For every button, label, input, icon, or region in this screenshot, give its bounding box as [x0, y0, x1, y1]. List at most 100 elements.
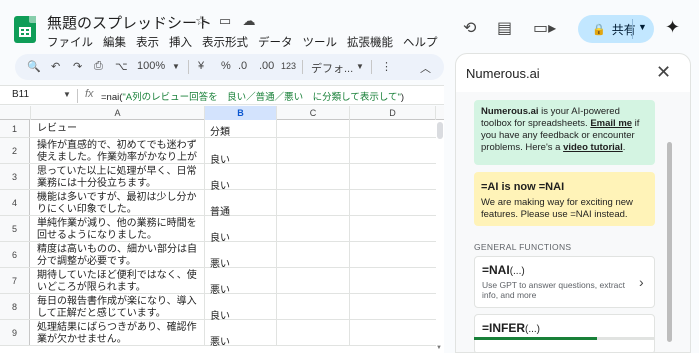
scrollbar-thumb[interactable] — [437, 122, 443, 139]
more-options-icon[interactable]: ⋮ — [381, 60, 392, 73]
cell-c5[interactable] — [277, 216, 350, 241]
cell-b3[interactable]: 良い — [205, 164, 277, 192]
row-header[interactable]: 5 — [0, 216, 30, 241]
column-header-a[interactable]: A — [31, 106, 205, 120]
cell-b2[interactable]: 良い — [205, 138, 277, 166]
cell-d8[interactable] — [350, 294, 436, 319]
cell-b5[interactable]: 良い — [205, 216, 277, 244]
cell-c8[interactable] — [277, 294, 350, 319]
function-card-infer[interactable]: =INFER(...) — [474, 314, 655, 352]
currency-format-button[interactable]: ¥ — [198, 60, 204, 72]
row-header[interactable]: 4 — [0, 190, 30, 215]
cell-b9[interactable]: 悪い — [205, 320, 277, 348]
column-header-c[interactable]: C — [277, 106, 350, 120]
sheet-grid[interactable]: A B C D 1 レビュー 分類 2 操作が直感的で、初めてでも迷わず使えまし… — [0, 106, 444, 353]
cell-d7[interactable] — [350, 268, 436, 293]
increase-decimal-button[interactable]: .00 — [259, 60, 274, 72]
row-header[interactable]: 8 — [0, 294, 30, 319]
cell-a3[interactable]: 思っていた以上に処理が早く、日常業務には十分役立ちます。 — [31, 164, 205, 189]
vertical-scrollbar[interactable]: ▼ — [436, 120, 444, 353]
meet-icon[interactable]: ▭▸ — [533, 18, 556, 38]
cell-c7[interactable] — [277, 268, 350, 293]
font-select[interactable]: デフォ... — [311, 60, 353, 76]
zoom-select[interactable]: 100% — [137, 60, 165, 72]
collapse-toolbar-icon[interactable]: ︿ — [420, 60, 431, 76]
menu-extensions[interactable]: 拡張機能 — [347, 34, 393, 50]
cell-d9[interactable] — [350, 320, 436, 345]
formula-input[interactable]: =nai("A列のレビュー回答を 良い／普通／悪い に分類して表示して") — [101, 89, 404, 103]
select-all-corner[interactable] — [0, 106, 31, 120]
cell-c9[interactable] — [277, 320, 350, 345]
row-header[interactable]: 2 — [0, 138, 30, 163]
menu-file[interactable]: ファイル — [47, 34, 93, 50]
cell-d3[interactable] — [350, 164, 436, 189]
undo-icon[interactable]: ↶ — [51, 60, 60, 73]
cell-d4[interactable] — [350, 190, 436, 215]
email-link[interactable]: Email me — [590, 118, 632, 129]
decrease-decimal-button[interactable]: .0 — [238, 60, 247, 72]
document-title[interactable]: 無題のスプレッドシート — [47, 12, 212, 33]
row-header[interactable]: 6 — [0, 242, 30, 267]
cell-a8[interactable]: 毎日の報告書作成が楽になり、導入して正解だと感じています。 — [31, 294, 205, 319]
cell-a9[interactable]: 処理結果にばらつきがあり、確認作業が欠かせません。 — [31, 320, 205, 345]
history-icon[interactable]: ⟲ — [463, 18, 476, 38]
cell-b4[interactable]: 普通 — [205, 190, 277, 218]
cell-a5[interactable]: 単純作業が減り、他の業務に時間を回せるようになりました。 — [31, 216, 205, 241]
cell-d6[interactable] — [350, 242, 436, 267]
star-icon[interactable]: ☆ — [193, 13, 209, 29]
redo-icon[interactable]: ↷ — [73, 60, 82, 73]
row-header[interactable]: 9 — [0, 320, 30, 345]
gemini-sparkle-icon[interactable]: ✦ — [665, 17, 680, 38]
menu-insert[interactable]: 挿入 — [169, 34, 192, 50]
menu-format[interactable]: 表示形式 — [202, 34, 248, 50]
cell-d1[interactable] — [350, 120, 436, 137]
menu-view[interactable]: 表示 — [136, 34, 159, 50]
chevron-right-icon[interactable]: › — [639, 274, 644, 290]
function-card-nai[interactable]: =NAI(...) Use GPT to answer questions, e… — [474, 256, 655, 308]
cell-c6[interactable] — [277, 242, 350, 267]
zoom-chevron-icon[interactable]: ▼ — [172, 62, 180, 71]
cell-a1[interactable]: レビュー — [31, 120, 205, 137]
move-folder-icon[interactable]: ▭ — [217, 13, 233, 29]
column-header-d[interactable]: D — [350, 106, 436, 120]
panel-scrollbar[interactable] — [667, 142, 672, 342]
name-box[interactable]: B11 — [12, 89, 29, 100]
cell-a7[interactable]: 期待していたほど便利ではなく、使いどころが限られます。 — [31, 268, 205, 293]
cell-d2[interactable] — [350, 138, 436, 163]
percent-format-button[interactable]: % — [221, 60, 231, 72]
menu-help[interactable]: ヘルプ — [403, 34, 438, 50]
chevron-down-icon[interactable]: ▼ — [638, 22, 647, 32]
more-formats-button[interactable]: 123 — [281, 61, 296, 71]
cell-c3[interactable] — [277, 164, 350, 189]
cell-a2[interactable]: 操作が直感的で、初めてでも迷わず使えました。作業効率がかなり上がります。 — [31, 138, 205, 163]
share-button[interactable]: 🔒 共有 ▼ — [578, 15, 654, 43]
cell-a4[interactable]: 機能は多いですが、最初は少し分かりにくい印象でした。 — [31, 190, 205, 215]
paint-format-icon[interactable]: ⌥ — [115, 60, 128, 73]
font-chevron-icon[interactable]: ▼ — [356, 62, 364, 71]
cell-a6[interactable]: 精度は高いものの、細かい部分は自分で調整が必要です。 — [31, 242, 205, 267]
row-header[interactable]: 1 — [0, 120, 30, 137]
video-tutorial-link[interactable]: video tutorial — [563, 142, 623, 153]
scroll-down-icon[interactable]: ▼ — [436, 345, 442, 351]
print-icon[interactable]: ⎙ — [94, 60, 103, 73]
name-box-chevron-icon[interactable]: ▼ — [63, 90, 71, 99]
cell-d5[interactable] — [350, 216, 436, 241]
close-icon[interactable]: ✕ — [656, 62, 671, 83]
comments-icon[interactable]: ▤ — [497, 18, 512, 38]
cell-b7[interactable]: 悪い — [205, 268, 277, 296]
sheets-logo-icon[interactable] — [14, 16, 36, 43]
menu-data[interactable]: データ — [258, 34, 293, 50]
column-header-b[interactable]: B — [205, 106, 277, 120]
cell-b1[interactable]: 分類 — [205, 120, 277, 138]
row-header[interactable]: 3 — [0, 164, 30, 189]
cell-c2[interactable] — [277, 138, 350, 163]
cell-b8[interactable]: 良い — [205, 294, 277, 322]
menu-edit[interactable]: 編集 — [103, 34, 126, 50]
row-header[interactable]: 7 — [0, 268, 30, 293]
search-icon[interactable]: 🔍 — [27, 60, 41, 73]
cell-c4[interactable] — [277, 190, 350, 215]
menu-tools[interactable]: ツール — [303, 34, 338, 50]
cell-c1[interactable] — [277, 120, 350, 137]
cloud-status-icon[interactable]: ☁ — [241, 13, 257, 29]
cell-b6[interactable]: 悪い — [205, 242, 277, 270]
